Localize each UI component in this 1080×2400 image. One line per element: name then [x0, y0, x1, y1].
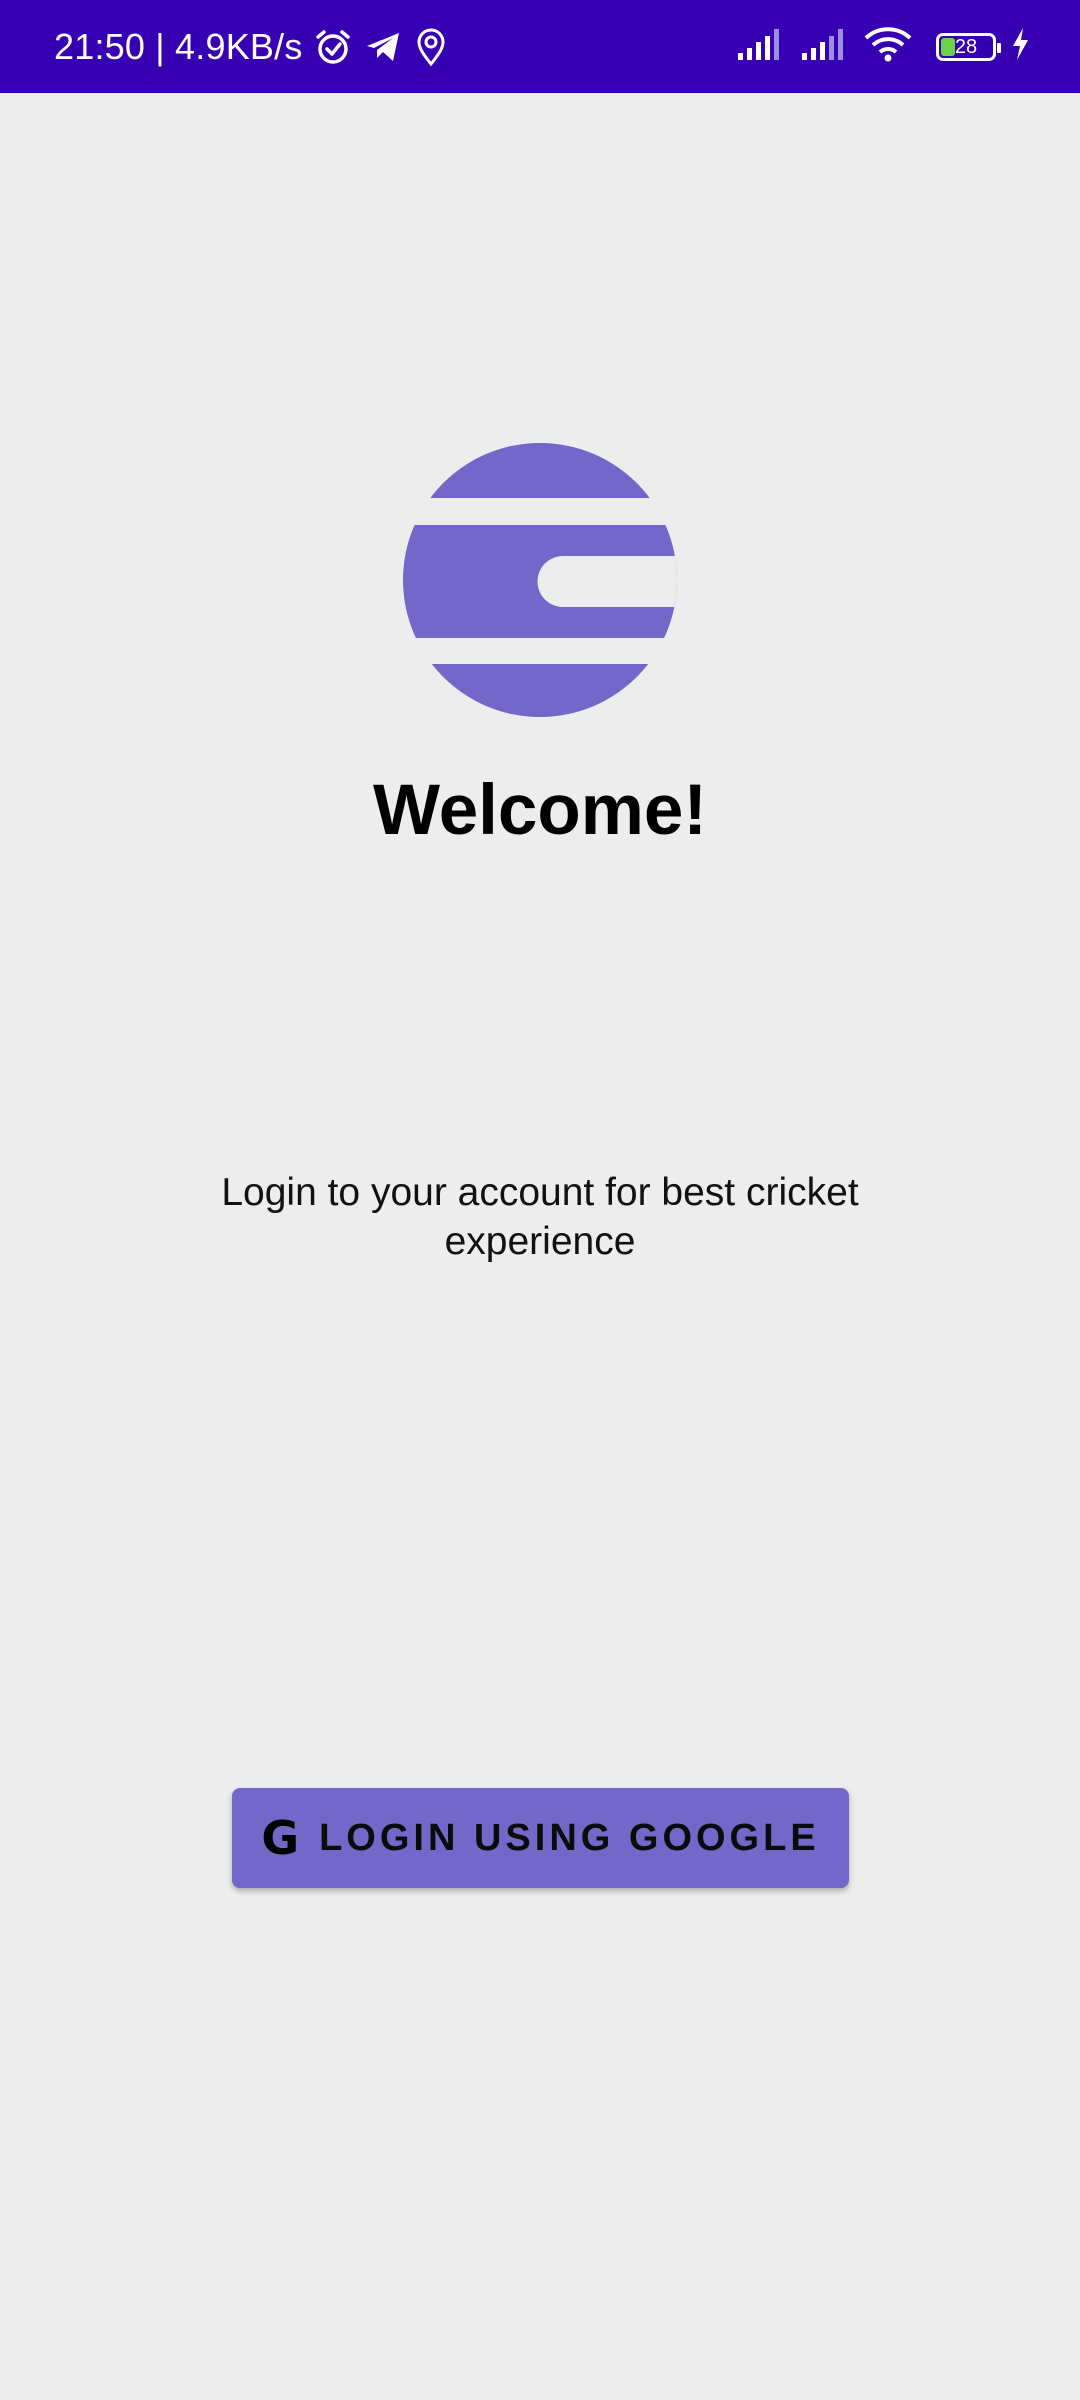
alarm-icon [313, 27, 353, 67]
app-logo [403, 443, 677, 717]
signal-icon [736, 27, 786, 66]
location-icon [413, 27, 449, 67]
status-time-speed: 21:50 | 4.9KB/s [54, 25, 303, 67]
subtitle-line-2: experience [444, 1220, 636, 1263]
battery-level: 28 [954, 35, 978, 58]
battery-icon: 28 [936, 32, 1001, 61]
battery-fill [941, 37, 955, 56]
wifi-icon [864, 26, 912, 67]
subtitle-line-1: Login to your account for best cricket [221, 1171, 859, 1214]
status-bar: 21:50 | 4.9KB/s 28 [0, 0, 1080, 93]
login-subtitle: Login to your account for best cricket e… [180, 1168, 900, 1266]
charging-icon [1010, 27, 1030, 66]
status-left: 21:50 | 4.9KB/s [54, 0, 449, 93]
login-with-google-button[interactable]: G LOGIN USING GOOGLE [232, 1788, 849, 1888]
status-right: 28 [736, 0, 1030, 93]
signal-icon [800, 27, 850, 66]
welcome-title: Welcome! [372, 771, 708, 850]
telegram-icon [363, 27, 403, 67]
google-icon: G [261, 1811, 300, 1865]
login-button-label: LOGIN USING GOOGLE [319, 1816, 820, 1859]
